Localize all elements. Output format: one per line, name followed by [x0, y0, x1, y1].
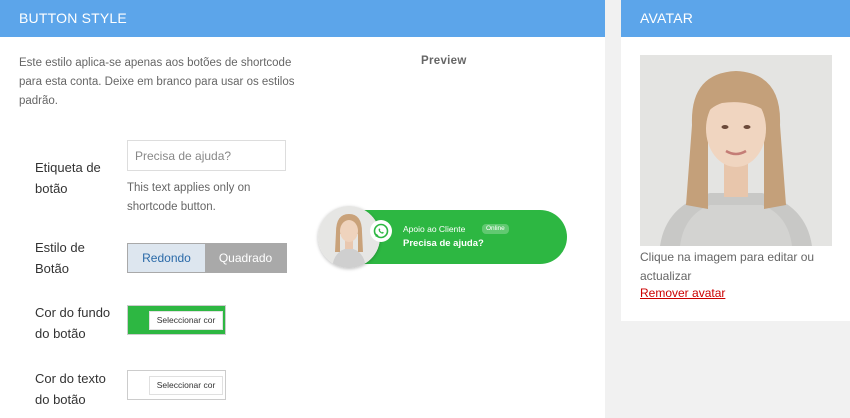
button-label-field-label: Etiqueta de botão	[35, 160, 101, 196]
bg-color-field-label: Cor do fundo do botão	[35, 305, 111, 341]
avatar-panel: AVATAR Clique na imagem para editar ou a…	[621, 0, 850, 321]
preview-title: Apoio ao Cliente	[403, 224, 466, 234]
style-option-round[interactable]: Redondo	[128, 244, 205, 272]
preview-subtitle: Precisa de ajuda?	[403, 238, 484, 249]
button-style-panel: BUTTON STYLE Este estilo aplica-se apena…	[0, 0, 605, 418]
style-option-square[interactable]: Quadrado	[205, 244, 286, 272]
preview-label: Preview	[421, 55, 467, 67]
bg-color-picker[interactable]: Seleccionar cor	[127, 305, 226, 335]
avatar-caption: Clique na imagem para editar ou actualiz…	[640, 250, 815, 283]
whatsapp-icon	[370, 220, 392, 242]
preview-online-badge: Online	[482, 224, 509, 234]
text-color-select-button[interactable]: Seleccionar cor	[149, 376, 223, 395]
avatar-image[interactable]	[640, 55, 832, 246]
bg-color-select-button[interactable]: Seleccionar cor	[149, 311, 223, 330]
button-style-header: BUTTON STYLE	[0, 0, 605, 37]
button-label-input[interactable]	[127, 140, 286, 171]
avatar-header: AVATAR	[621, 0, 850, 37]
button-style-field-label: Estilo de Botão	[35, 240, 85, 276]
button-style-toggle: Redondo Quadrado	[127, 243, 287, 273]
button-label-hint: This text applies only on shortcode butt…	[127, 182, 251, 213]
remove-avatar-link[interactable]: Remover avatar	[640, 286, 725, 300]
text-color-field-label: Cor do texto do botão	[35, 371, 106, 407]
text-color-picker[interactable]: Seleccionar cor	[127, 370, 226, 400]
button-style-description: Este estilo aplica-se apenas aos botões …	[19, 57, 295, 107]
